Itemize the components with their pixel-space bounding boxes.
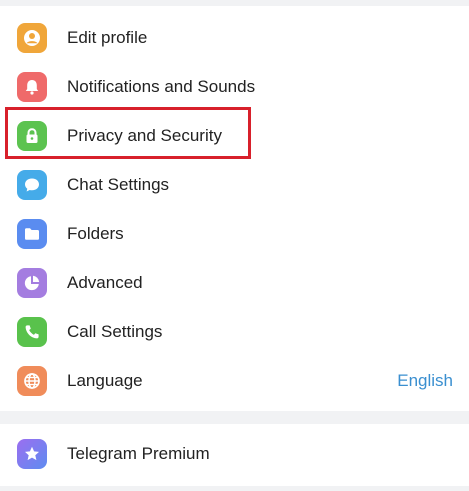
menu-item-call-settings[interactable]: Call Settings [0,307,469,356]
menu-item-label: Call Settings [67,322,163,341]
menu-item-label: Notifications and Sounds [67,77,256,96]
profile-icon [17,23,47,53]
menu-item-advanced[interactable]: Advanced [0,258,469,307]
settings-menu-card: Edit profile Notifications and Sounds Pr… [0,6,469,411]
chat-bubble-icon [17,170,47,200]
phone-icon [17,317,47,347]
menu-item-telegram-premium[interactable]: Telegram Premium [0,430,469,479]
premium-label: Telegram Premium [67,444,210,463]
globe-icon [17,366,47,396]
folder-icon [17,219,47,249]
menu-item-label: Edit profile [67,28,148,47]
menu-item-label: Folders [67,224,124,243]
menu-item-label: Chat Settings [67,175,170,194]
menu-item-privacy-security[interactable]: Privacy and Security [0,111,469,160]
menu-item-label: Advanced [67,273,143,292]
language-value: English [397,371,453,390]
menu-item-label: Language [67,371,143,390]
menu-item-chat-settings[interactable]: Chat Settings [0,160,469,209]
menu-item-language[interactable]: Language English [0,356,469,405]
premium-card: Telegram Premium [0,424,469,486]
pie-chart-icon [17,268,47,298]
lock-icon [17,121,47,151]
menu-item-notifications[interactable]: Notifications and Sounds [0,62,469,111]
star-icon [17,439,47,469]
bell-icon [17,72,47,102]
menu-item-folders[interactable]: Folders [0,209,469,258]
menu-item-label: Privacy and Security [67,126,222,145]
menu-item-edit-profile[interactable]: Edit profile [0,13,469,62]
